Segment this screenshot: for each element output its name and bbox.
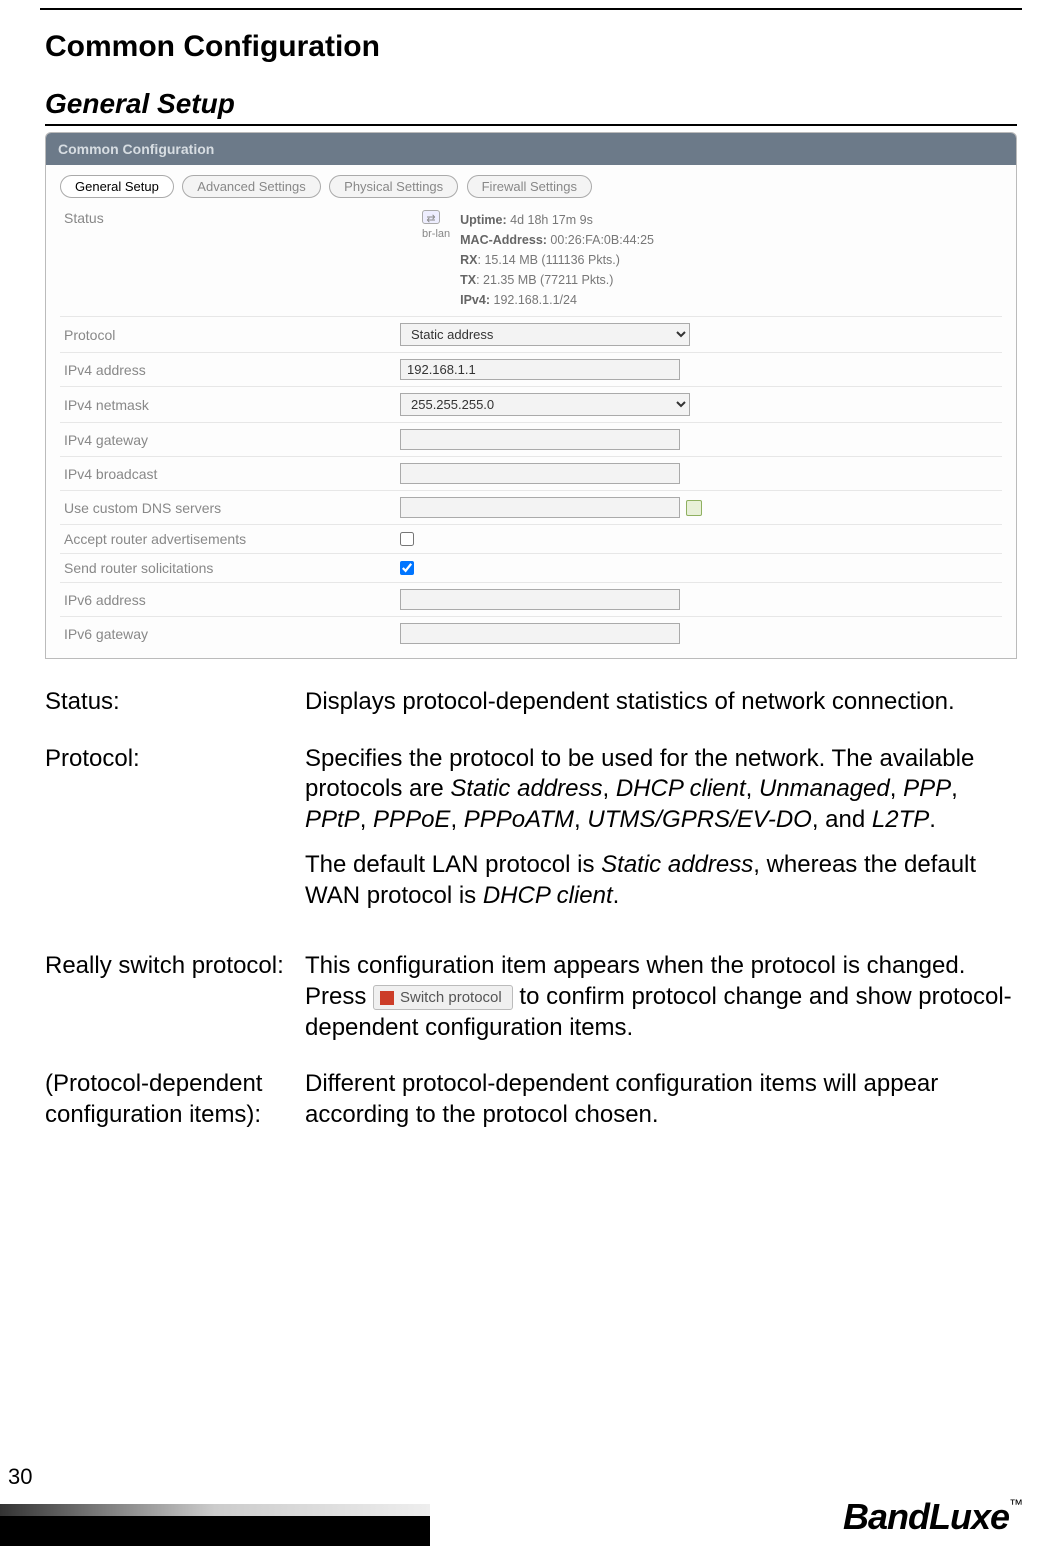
protocol-label: Protocol	[60, 327, 400, 343]
ipv6-gateway-row: IPv6 gateway	[60, 616, 1002, 650]
ipv6-address-input[interactable]	[400, 589, 680, 610]
switch-protocol-button[interactable]: Switch protocol	[373, 985, 513, 1010]
ipv6-address-label: IPv6 address	[60, 592, 400, 608]
accept-ra-row: Accept router advertisements	[60, 524, 1002, 553]
page-title: Common Configuration	[45, 30, 1062, 64]
desc-protocol: Protocol: Specifies the protocol to be u…	[45, 744, 1017, 926]
send-rs-checkbox[interactable]	[400, 561, 414, 575]
desc-switch-def: This configuration item appears when the…	[305, 951, 1017, 1043]
ipv4-gateway-input[interactable]	[400, 429, 680, 450]
ipv4-netmask-row: IPv4 netmask 255.255.255.0	[60, 386, 1002, 422]
tab-firewall-settings[interactable]: Firewall Settings	[467, 175, 592, 198]
desc-status-def: Displays protocol-dependent statistics o…	[305, 687, 1017, 718]
switch-protocol-icon	[380, 991, 394, 1005]
ipv6-address-row: IPv6 address	[60, 582, 1002, 616]
ipv6-gateway-input[interactable]	[400, 623, 680, 644]
ipv6-gateway-label: IPv6 gateway	[60, 626, 400, 642]
desc-pdep-def: Different protocol-dependent configurati…	[305, 1069, 1017, 1130]
ipv4-address-input[interactable]	[400, 359, 680, 380]
desc-switch: Really switch protocol: This configurati…	[45, 951, 1017, 1043]
tab-general-setup[interactable]: General Setup	[60, 175, 174, 198]
tab-advanced-settings[interactable]: Advanced Settings	[182, 175, 320, 198]
status-row: Status ⇄ br-lan Uptime: 4d 18h 17m 9s MA…	[60, 204, 1002, 316]
ipv4-gateway-row: IPv4 gateway	[60, 422, 1002, 456]
ipv4-address-row: IPv4 address	[60, 352, 1002, 386]
dns-row: Use custom DNS servers	[60, 490, 1002, 524]
brand-logo: BandLuxe™	[843, 1496, 1022, 1538]
add-icon[interactable]	[686, 500, 702, 516]
desc-protocol-def: Specifies the protocol to be used for th…	[305, 744, 1017, 926]
desc-switch-term: Really switch protocol:	[45, 951, 305, 1043]
ipv4-broadcast-input[interactable]	[400, 463, 680, 484]
page-footer: 30 BandLuxe™	[0, 1456, 1062, 1546]
desc-pdep: (Protocol-dependent configuration items)…	[45, 1069, 1017, 1130]
accept-ra-label: Accept router advertisements	[60, 531, 400, 547]
ipv4-address-label: IPv4 address	[60, 362, 400, 378]
tab-row: General Setup Advanced Settings Physical…	[60, 175, 1002, 198]
panel-header: Common Configuration	[46, 133, 1016, 165]
desc-status: Status: Displays protocol-dependent stat…	[45, 687, 1017, 718]
protocol-row: Protocol Static address	[60, 316, 1002, 352]
protocol-select[interactable]: Static address	[400, 323, 690, 346]
accept-ra-checkbox[interactable]	[400, 532, 414, 546]
page-number: 30	[8, 1464, 32, 1490]
ipv4-netmask-select[interactable]: 255.255.255.0	[400, 393, 690, 416]
send-rs-row: Send router solicitations	[60, 553, 1002, 582]
tab-physical-settings[interactable]: Physical Settings	[329, 175, 458, 198]
dns-label: Use custom DNS servers	[60, 500, 400, 516]
section-title: General Setup	[45, 88, 1017, 126]
status-label: Status	[60, 210, 400, 226]
interface-icon: ⇄ br-lan	[422, 210, 450, 244]
desc-status-term: Status:	[45, 687, 305, 718]
config-panel: Common Configuration General Setup Advan…	[45, 132, 1017, 659]
ipv4-broadcast-row: IPv4 broadcast	[60, 456, 1002, 490]
send-rs-label: Send router solicitations	[60, 560, 400, 576]
desc-protocol-term: Protocol:	[45, 744, 305, 926]
status-text: Uptime: 4d 18h 17m 9s MAC-Address: 00:26…	[460, 210, 654, 310]
ipv4-broadcast-label: IPv4 broadcast	[60, 466, 400, 482]
ipv4-netmask-label: IPv4 netmask	[60, 397, 400, 413]
desc-pdep-term: (Protocol-dependent configuration items)…	[45, 1069, 305, 1130]
dns-input[interactable]	[400, 497, 680, 518]
ipv4-gateway-label: IPv4 gateway	[60, 432, 400, 448]
